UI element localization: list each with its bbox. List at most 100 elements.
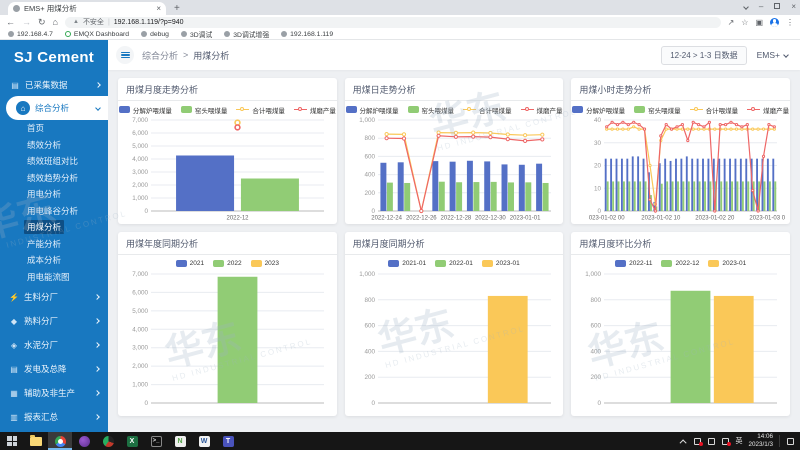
chevron-right-icon (94, 294, 100, 300)
taskbar-teams[interactable]: T (216, 432, 240, 450)
legend-item[interactable]: 窑头喂煤量 (181, 105, 228, 115)
notification-center-icon[interactable] (786, 437, 794, 445)
legend-item[interactable]: 2021 (176, 260, 204, 267)
back-icon[interactable]: ← (6, 17, 15, 27)
chart-plot[interactable]: 010203040023-01-02 002023-01-02 102023-0… (576, 115, 785, 222)
sidebar-group-item[interactable]: ◈水泥分厂 (0, 333, 108, 357)
sidebar-submenu-item[interactable]: 用电分析 (0, 186, 108, 203)
tab-search-icon[interactable] (744, 0, 748, 13)
sidebar-submenu-item[interactable]: 用煤分析 (0, 219, 108, 236)
maximize-button[interactable] (774, 0, 780, 13)
sidebar-submenu-item[interactable]: 首页 (0, 120, 108, 137)
chart-plot[interactable]: 02004006008001,000 (576, 269, 785, 414)
new-tab-button[interactable]: + (174, 2, 180, 15)
legend-item[interactable]: 2023-01 (708, 260, 746, 267)
svg-text:4,000: 4,000 (132, 326, 148, 333)
chart-plot[interactable]: 02004006008001,000 (350, 269, 559, 414)
bookmark-item[interactable]: 192.168.4.7 (8, 31, 53, 38)
reload-icon[interactable]: ↻ (38, 17, 46, 28)
topbar: 综合分析 > 用煤分析 12-24 > 1-3 日数据 EMS+ (108, 40, 800, 70)
tray-expand-icon[interactable] (680, 439, 687, 446)
sidebar-submenu-item[interactable]: 绩效分析 (0, 137, 108, 154)
legend-item[interactable]: 窑头喂煤量 (408, 105, 455, 115)
tray-app-icon[interactable] (693, 437, 701, 445)
legend-item[interactable]: 分解炉喂煤量 (119, 105, 172, 115)
legend-item[interactable]: 分解炉喂煤量 (346, 105, 399, 115)
forward-icon[interactable]: → (22, 17, 31, 27)
taskbar-chrome[interactable] (48, 432, 72, 450)
home-icon[interactable]: ⌂ (53, 17, 58, 27)
taskbar-app-color[interactable] (96, 432, 120, 450)
sidebar-submenu-item[interactable]: 产能分析 (0, 236, 108, 253)
browser-tab[interactable]: EMS+ 用煤分析 × (8, 2, 166, 15)
legend-item[interactable]: 2023 (251, 260, 279, 267)
legend-item[interactable]: 2022-12 (661, 260, 699, 267)
breadcrumb-section[interactable]: 综合分析 (142, 49, 178, 62)
taskbar-clock[interactable]: 14:06 2023/1/3 (748, 433, 773, 449)
legend-item[interactable]: 分解炉喂煤量 (572, 105, 625, 115)
browser-menu-icon[interactable]: ⋮ (786, 18, 794, 27)
sidebar-item-collected-data[interactable]: ▤ 已采集数据 (0, 74, 108, 96)
word-icon: W (199, 436, 210, 447)
svg-text:2023-01-03 06: 2023-01-03 06 (750, 216, 785, 222)
side-panel-icon[interactable]: ▣ (755, 18, 763, 27)
ime-indicator[interactable]: 英 (735, 436, 742, 446)
legend-item[interactable]: 2023-01 (482, 260, 520, 267)
sidebar-submenu-item[interactable]: 成本分析 (0, 252, 108, 269)
bookmark-item[interactable]: EMQX Dashboard (65, 31, 129, 38)
bookmark-item[interactable]: 3D调试 (181, 29, 212, 39)
legend-item[interactable]: 2022-01 (435, 260, 473, 267)
bookmark-item[interactable]: 3D调试增强 (224, 29, 269, 39)
legend-item[interactable]: 2021-01 (388, 260, 426, 267)
sidebar-group-item[interactable]: ▥报表汇总 (0, 405, 108, 429)
legend-item[interactable]: 窑头喂煤量 (634, 105, 681, 115)
legend-item[interactable]: 合计喂煤量 (690, 105, 739, 115)
legend-item[interactable]: 煤磨产量 (747, 105, 789, 115)
sidebar-submenu-item[interactable]: 绩效趋势分析 (0, 170, 108, 187)
legend-item[interactable]: 合计喂煤量 (236, 105, 285, 115)
legend-item[interactable]: 2022-11 (615, 260, 652, 267)
sidebar-item-overview[interactable]: ⌂ 综合分析 (6, 96, 108, 120)
legend-item[interactable]: 煤磨产量 (294, 105, 336, 115)
taskbar-word[interactable]: W (192, 432, 216, 450)
sidebar-group-item[interactable]: ▤发电及总降 (0, 357, 108, 381)
date-range-button[interactable]: 12-24 > 1-3 日数据 (661, 46, 746, 65)
sidebar-submenu-item[interactable]: 绩效班组对比 (0, 153, 108, 170)
taskbar-app-purple[interactable] (72, 432, 96, 450)
sidebar-group-item[interactable]: ▦辅助及非生产 (0, 381, 108, 405)
svg-text:2,000: 2,000 (132, 363, 148, 370)
share-icon[interactable]: ↗ (728, 18, 735, 27)
start-button[interactable] (0, 432, 24, 450)
window-close-button[interactable]: × (791, 0, 796, 13)
legend-swatch (708, 260, 719, 267)
legend-item[interactable]: 2022 (213, 260, 241, 267)
sidebar-submenu-item[interactable]: 用电能流图 (0, 269, 108, 286)
sidebar-group-item[interactable]: ◆熟料分厂 (0, 309, 108, 333)
profile-avatar[interactable] (770, 18, 779, 27)
bookmark-star-icon[interactable]: ☆ (741, 18, 748, 27)
chart-legend: 分解炉喂煤量窑头喂煤量合计喂煤量煤磨产量 (123, 104, 332, 115)
sidebar-submenu-item[interactable]: 用电峰谷分析 (0, 203, 108, 220)
sidebar: SJ Cement ▤ 已采集数据 ⌂ 综合分析 首页绩效分析绩效班组对比绩效趋… (0, 40, 108, 432)
taskbar-excel[interactable]: X (120, 432, 144, 450)
legend-item[interactable]: 合计喂煤量 (463, 105, 512, 115)
taskbar-terminal[interactable]: >_ (144, 432, 168, 450)
taskbar-file-explorer[interactable] (24, 432, 48, 450)
tray-volume-icon[interactable] (721, 437, 729, 445)
tab-close-icon[interactable]: × (156, 4, 161, 13)
taskbar-editor[interactable]: N (168, 432, 192, 450)
app-switcher-dropdown[interactable]: EMS+ (757, 50, 788, 60)
menu-toggle-button[interactable] (116, 46, 134, 64)
minimize-button[interactable]: – (759, 0, 763, 13)
legend-item[interactable]: 煤磨产量 (521, 105, 563, 115)
svg-text:7,000: 7,000 (132, 271, 148, 278)
tray-chat-icon[interactable] (707, 437, 715, 445)
url-field[interactable]: ▲ 不安全 | 192.168.1.119/?p=940 (65, 17, 721, 28)
chart-plot[interactable]: 02004006008001,0002022-12-242022-12-2620… (350, 115, 559, 222)
chart-plot[interactable]: 01,0002,0003,0004,0005,0006,0007,0002022… (123, 115, 332, 222)
sidebar-group-item[interactable]: ⚡生料分厂 (0, 285, 108, 309)
chart-plot[interactable]: 01,0002,0003,0004,0005,0006,0007,000 (123, 269, 332, 414)
bookmark-item[interactable]: debug (141, 31, 169, 38)
legend-swatch (615, 260, 626, 267)
bookmark-item[interactable]: 192.168.1.119 (281, 31, 333, 38)
